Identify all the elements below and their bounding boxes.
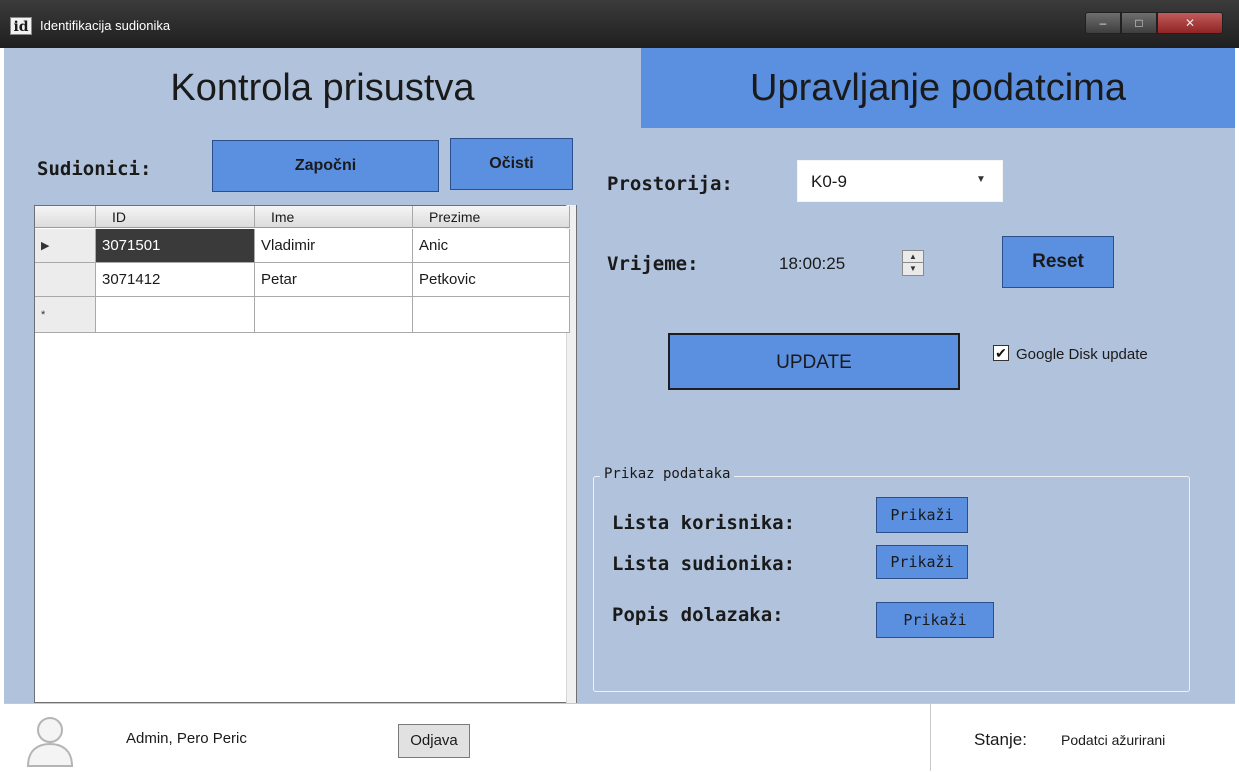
maximize-button[interactable]: □ <box>1121 12 1157 34</box>
avatar-icon <box>24 712 76 768</box>
arrivals-list-label: Popis dolazaka: <box>612 604 784 626</box>
table-cell[interactable] <box>96 297 255 333</box>
show-arrivals-button[interactable]: Prikaži <box>876 602 994 638</box>
table-cell[interactable]: Vladimir <box>255 229 413 263</box>
title-bar[interactable] <box>0 0 1239 48</box>
table-cell[interactable]: 3071501 <box>96 229 255 263</box>
attendance-header[interactable]: Kontrola prisustva <box>4 48 641 128</box>
row-header[interactable] <box>35 263 96 297</box>
participant-list-label: Lista sudionika: <box>612 553 796 575</box>
column-header-prezime[interactable]: Prezime <box>413 206 570 228</box>
data-management-header[interactable]: Upravljanje podatcima <box>641 48 1235 128</box>
time-label: Vrijeme: <box>607 253 699 275</box>
table-cell[interactable]: Petar <box>255 263 413 297</box>
minimize-button[interactable]: – <box>1085 12 1121 34</box>
show-participant-list-button[interactable]: Prikaži <box>876 545 968 579</box>
spin-up-icon[interactable]: ▲ <box>903 251 923 263</box>
participants-label: Sudionici: <box>37 158 152 180</box>
table-cell[interactable]: 3071412 <box>96 263 255 297</box>
update-button[interactable]: UPDATE <box>668 333 960 390</box>
grid-corner-header <box>35 206 96 228</box>
app-icon: id <box>10 17 32 35</box>
row-selector-icon[interactable]: ▶ <box>35 229 96 263</box>
table-cell[interactable] <box>255 297 413 333</box>
google-disk-checkbox[interactable]: ✔ <box>993 345 1009 361</box>
column-header-id[interactable]: ID <box>96 206 255 228</box>
logout-button[interactable]: Odjava <box>398 724 470 758</box>
google-disk-label[interactable]: Google Disk update <box>1016 346 1148 363</box>
data-display-group-title: Prikaz podataka <box>600 466 735 482</box>
close-button[interactable]: ✕ <box>1157 12 1223 34</box>
clear-button[interactable]: Očisti <box>450 138 573 190</box>
table-cell[interactable]: Petkovic <box>413 263 570 297</box>
new-row-marker-icon[interactable]: * <box>35 297 96 333</box>
state-label: Stanje: <box>974 730 1027 749</box>
status-divider <box>930 703 931 771</box>
chevron-down-icon[interactable]: ▼ <box>976 174 986 185</box>
room-dropdown-value[interactable]: K0-9 <box>811 172 847 192</box>
table-cell[interactable]: Anic <box>413 229 570 263</box>
table-cell[interactable] <box>413 297 570 333</box>
show-user-list-button[interactable]: Prikaži <box>876 497 968 533</box>
start-button[interactable]: Započni <box>212 140 439 192</box>
time-input[interactable]: 18:00:25 <box>779 254 845 274</box>
current-user: Admin, Pero Peric <box>126 730 247 747</box>
window-title: Identifikacija sudionika <box>40 18 171 33</box>
spin-down-icon[interactable]: ▼ <box>903 263 923 275</box>
time-spinner[interactable]: ▲ ▼ <box>902 250 924 276</box>
column-header-ime[interactable]: Ime <box>255 206 413 228</box>
user-list-label: Lista korisnika: <box>612 512 796 534</box>
state-value: Podatci ažurirani <box>1061 732 1166 748</box>
reset-button[interactable]: Reset <box>1002 236 1114 288</box>
room-label: Prostorija: <box>607 173 733 195</box>
